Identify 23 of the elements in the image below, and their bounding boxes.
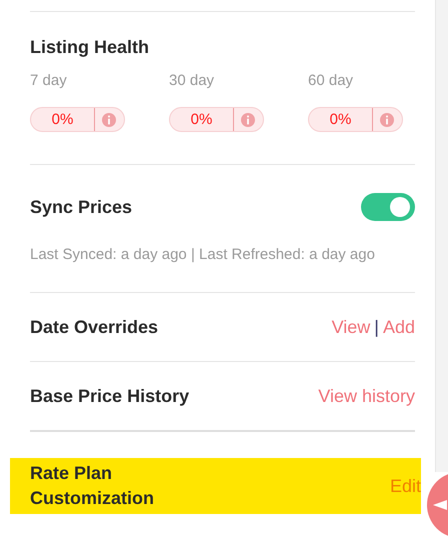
row-title: Base Price History — [30, 384, 190, 408]
action-link[interactable]: View history — [318, 386, 415, 406]
row-title: Rate Plan Customization — [30, 462, 155, 510]
period-label: 30 day — [169, 72, 216, 89]
scrollbar[interactable] — [435, 0, 448, 472]
separator: | — [374, 316, 379, 338]
sync-status: Last Synced: a day ago | Last Refreshed: a day ago — [30, 246, 376, 263]
info-icon[interactable] — [380, 112, 394, 126]
sync-toggle[interactable] — [361, 193, 415, 221]
info-icon[interactable] — [102, 112, 116, 126]
health-pill: 0% — [30, 107, 125, 132]
action-link[interactable]: Edit — [390, 476, 421, 496]
action-link[interactable]: View — [332, 316, 370, 338]
info-icon[interactable] — [241, 112, 255, 126]
action-link[interactable]: Add — [382, 316, 415, 338]
section-title: Sync Prices — [30, 196, 132, 218]
arrow-icon — [433, 500, 447, 510]
period-label: 60 day — [308, 72, 354, 89]
row-title: Date Overrides — [30, 316, 158, 338]
section-title: Listing Health — [30, 37, 150, 58]
health-pill: 0% — [308, 107, 403, 132]
health-pill: 0% — [169, 107, 264, 132]
period-label: 7 day — [30, 72, 68, 89]
